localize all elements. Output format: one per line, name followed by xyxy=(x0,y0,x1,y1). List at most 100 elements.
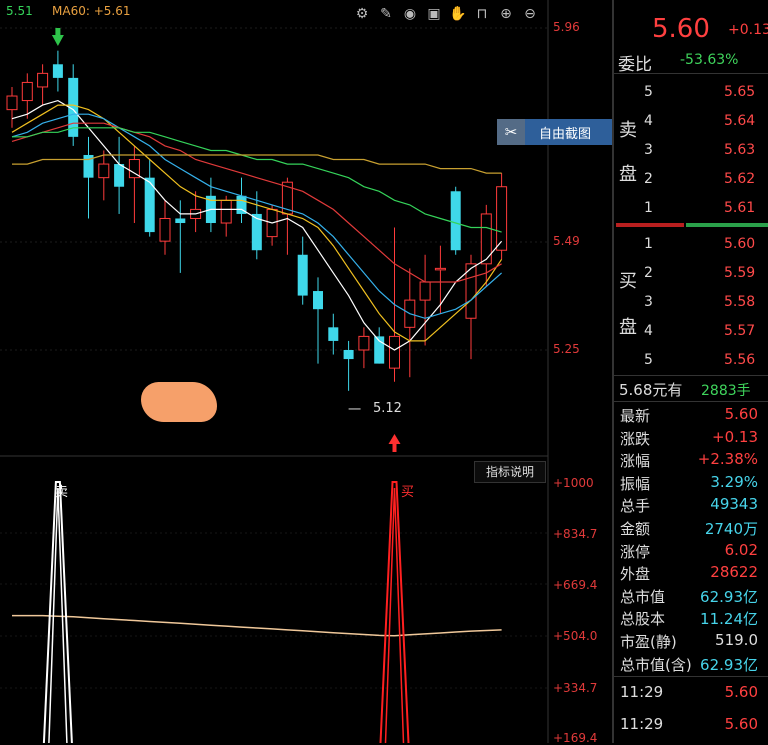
stat-value: +2.38% xyxy=(697,450,758,469)
buy-order-row[interactable]: 5 5.56 xyxy=(614,348,768,376)
indicator-tick: +1000 xyxy=(553,476,594,490)
pen-icon[interactable]: ✎ xyxy=(376,5,396,23)
price-tick: 5.96 xyxy=(553,20,580,34)
stat-value: 2740万 xyxy=(704,520,758,538)
stat-value: 519.0 xyxy=(715,631,758,649)
stat-row: 金额 2740万 xyxy=(620,518,768,539)
stat-row: 总市值(含) 62.93亿 xyxy=(620,654,768,675)
webi-value: -53.63% xyxy=(680,52,739,68)
price-tick: 5.25 xyxy=(553,342,580,356)
sell-order-row[interactable]: 4 5.64 xyxy=(614,109,768,137)
price-change: +0.13 xyxy=(728,22,768,38)
bag-icon[interactable]: ▣ xyxy=(424,5,444,23)
order-price: 5.59 xyxy=(724,265,756,281)
scissors-icon[interactable]: ✂ xyxy=(497,119,525,145)
zoom-out-icon[interactable]: ⊖ xyxy=(520,5,540,23)
zoom-in-icon[interactable]: ⊕ xyxy=(496,5,516,23)
stat-value: 3.29% xyxy=(710,472,758,491)
indicator-help-button[interactable]: 指标说明 xyxy=(474,461,546,483)
divider xyxy=(614,375,768,376)
tick-price: 5.60 xyxy=(724,683,758,701)
redacted-blob xyxy=(141,382,217,422)
buy-order-row[interactable]: 4 5.57 xyxy=(614,319,768,347)
candle-body xyxy=(52,64,63,78)
stat-value: 62.93亿 xyxy=(700,587,758,606)
divider xyxy=(614,676,768,677)
sell-order-row[interactable]: 3 5.63 xyxy=(614,138,768,166)
stat-key: 总手 xyxy=(620,497,651,516)
candle-body xyxy=(21,81,33,102)
candle-body xyxy=(358,335,370,351)
bid-summary-volume: 2883手 xyxy=(701,383,751,399)
kline-chart[interactable]: 5.51 MA60: +5.61 ⚙ ✎ ◉ ▣ ✋ ⊓ ⊕ ⊖ 5.96 5.… xyxy=(0,0,612,745)
gear-icon[interactable]: ⚙ xyxy=(352,5,372,23)
stat-row: 总手 49343 xyxy=(620,495,768,516)
order-price: 5.57 xyxy=(724,323,756,339)
candle-body xyxy=(313,291,323,310)
order-level: 2 xyxy=(644,171,653,187)
stat-key: 涨幅 xyxy=(620,452,651,471)
order-price: 5.65 xyxy=(724,84,756,100)
candle-body xyxy=(480,213,492,265)
candle-body xyxy=(450,191,461,251)
stat-key: 涨跌 xyxy=(620,429,651,448)
candle-body xyxy=(496,186,508,251)
indicator-tick: +834.7 xyxy=(553,527,598,541)
sell-arrow-stem xyxy=(55,28,61,36)
buy-signal-label: 买 xyxy=(401,485,415,500)
candle-body xyxy=(389,335,400,369)
sell-signal-spike xyxy=(42,481,73,743)
eye-icon[interactable]: ◉ xyxy=(400,5,420,23)
webi-label: 委比 xyxy=(618,55,652,75)
stat-key: 总市值(含) xyxy=(620,655,692,674)
order-level: 5 xyxy=(644,84,653,100)
order-level: 1 xyxy=(644,236,653,252)
sell-signal-label: 卖 xyxy=(55,485,69,500)
divider xyxy=(614,401,768,402)
stat-key: 总股本 xyxy=(620,610,666,629)
stat-value: 5.60 xyxy=(724,405,758,423)
order-price: 5.64 xyxy=(724,113,756,129)
bid-summary-text: 5.68元有 xyxy=(619,381,683,399)
candle-body xyxy=(37,72,49,88)
quote-panel: 5.60 +0.13 委比 -53.63% 卖 盘 5 5.65 4 5.64 3 5.6… xyxy=(612,0,768,743)
candle-body xyxy=(297,254,308,296)
sell-bar xyxy=(616,223,684,227)
order-price: 5.63 xyxy=(724,142,756,158)
candle-body xyxy=(175,218,186,224)
candle-body xyxy=(434,267,446,271)
buy-order-row[interactable]: 2 5.59 xyxy=(614,261,768,289)
popup-label[interactable]: 自由截图 xyxy=(539,123,591,142)
stat-row: 最新 5.60 xyxy=(620,405,768,426)
order-level: 3 xyxy=(644,294,653,310)
stat-key: 涨停 xyxy=(620,542,651,561)
buy-order-row[interactable]: 1 5.60 xyxy=(614,232,768,260)
sell-order-row[interactable]: 1 5.61 xyxy=(614,196,768,224)
tick-row: 11:29 5.60 xyxy=(620,715,768,736)
buy-order-row[interactable]: 3 5.58 xyxy=(614,290,768,318)
buy-arrow-icon xyxy=(388,434,401,444)
order-level: 3 xyxy=(644,142,653,158)
tick-time: 11:29 xyxy=(620,715,664,733)
stat-key: 金额 xyxy=(620,520,651,538)
stat-row: 总市值 62.93亿 xyxy=(620,586,768,607)
sell-order-row[interactable]: 5 5.65 xyxy=(614,80,768,108)
stat-key: 市盈(静) xyxy=(620,633,677,651)
stat-key: 总市值 xyxy=(620,587,666,606)
ma60-value: MA60: +5.61 xyxy=(52,4,131,18)
chart-canvas[interactable] xyxy=(0,0,612,743)
sell-arrow-icon xyxy=(51,35,64,46)
ma-a-value: 5.51 xyxy=(6,4,33,18)
order-level: 4 xyxy=(644,323,653,339)
buy-bar xyxy=(686,223,768,227)
hand-icon[interactable]: ✋ xyxy=(448,5,468,23)
stat-key: 最新 xyxy=(620,407,651,425)
lock-icon[interactable]: ⊓ xyxy=(472,5,492,23)
candle-body xyxy=(114,164,125,187)
stat-value: 28622 xyxy=(710,563,758,582)
tick-row: 11:29 5.60 xyxy=(620,683,768,704)
sell-order-row[interactable]: 2 5.62 xyxy=(614,167,768,195)
candle-body xyxy=(328,327,339,341)
order-level: 4 xyxy=(644,113,653,129)
order-price: 5.60 xyxy=(724,236,756,252)
